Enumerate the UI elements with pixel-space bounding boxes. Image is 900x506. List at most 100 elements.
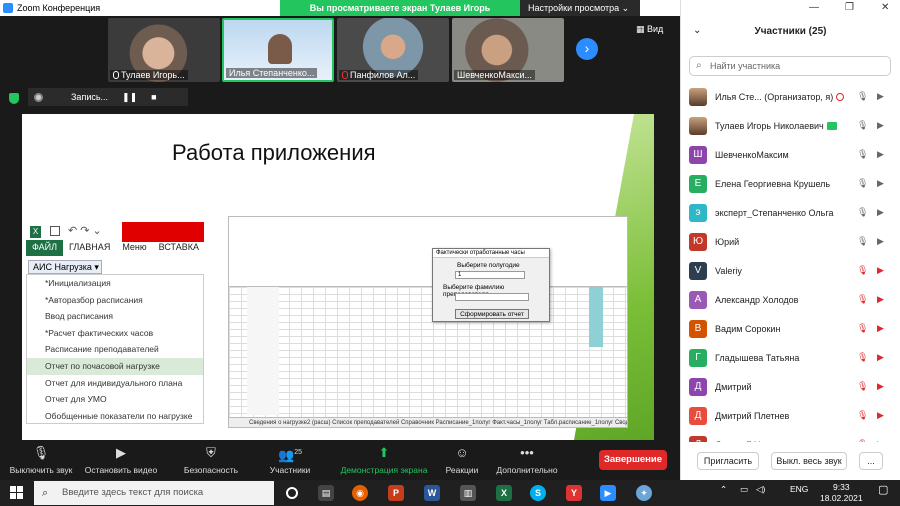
video-tile[interactable]: Панфилов Ал... [337,18,449,82]
taskbar-clock[interactable]: 9:33 18.02.2021 [820,482,863,504]
video-camera-icon[interactable]: ▶ [877,236,884,247]
firefox-icon[interactable]: ◉ [352,485,368,501]
video-tile-active-speaker[interactable]: Илья Степанченко... [222,18,334,82]
video-off-icon[interactable]: ▶ [877,381,884,392]
share-screen-button[interactable]: ⬆ Демонстрация экрана [336,444,432,475]
video-off-icon[interactable]: ▶ [877,410,884,421]
participant-name-text: Дмитрий [715,381,752,392]
participant-row[interactable]: V Valeriy 🎙 ▶ [681,256,900,285]
participant-row[interactable]: Ш ШевченкоМаксим 🎙 ▶ [681,140,900,169]
network-icon[interactable]: ▭ [740,484,748,495]
participant-row[interactable]: э эксперт_Степанченко Ольга 🎙 ▶ [681,198,900,227]
avatar: э [689,203,707,222]
mute-all-button[interactable]: Выкл. весь звук [771,452,847,470]
more-button[interactable]: ••• Дополнительно [492,444,562,475]
microphone-icon[interactable]: 🎙 [857,178,868,189]
excel-logo-icon: X [30,226,41,238]
video-camera-icon[interactable]: ▶ [877,120,884,131]
mute-button[interactable]: 🎙 Выключить звук [6,444,76,475]
video-camera-icon[interactable]: ▶ [877,207,884,218]
excel-icon[interactable]: X [496,485,512,501]
yandex-icon[interactable]: Y [566,485,582,501]
view-options-button[interactable]: Настройки просмотра ⌄ [520,0,640,16]
panel-more-button[interactable]: ... [859,452,883,470]
microphone-icon[interactable]: 🎙 [857,149,868,160]
mic-muted-icon[interactable]: 🎙 [857,323,868,334]
video-tile-label: Панфилов Ал... [339,70,419,80]
stop-recording-icon[interactable]: ■ [151,92,156,102]
mic-muted-icon[interactable]: 🎙 [857,410,868,421]
skype-icon[interactable]: S [530,485,546,501]
participant-name-text: ШевченкоМаксим [715,149,789,160]
close-icon[interactable]: ✕ [881,2,889,13]
security-button[interactable]: ⛨ Безопасность [176,444,246,475]
participant-row[interactable]: В Вадим Сорокин 🎙 ▶ [681,314,900,343]
video-off-icon[interactable]: ▶ [877,294,884,305]
video-off-icon[interactable]: ▶ [877,439,884,442]
excel-ribbon: X ↶ ↷ ⌄ ФАЙЛ ГЛАВНАЯ Меню ВСТАВКА [26,222,226,258]
taskbar-search-input[interactable]: ⌕ Введите здесь текст для поиска [34,481,274,505]
clock-date: 18.02.2021 [820,493,863,503]
video-camera-icon[interactable]: ▶ [877,178,884,189]
undo-icon: ↶ ↷ ⌄ [68,225,102,237]
explorer-icon[interactable]: ▤ [318,485,334,501]
participant-row[interactable]: Д Дмитрий Плетнев 🎙 ▶ [681,401,900,430]
video-off-icon[interactable]: ▶ [877,323,884,334]
participant-row[interactable]: Ю Юрий 🎙 ▶ [681,227,900,256]
microphone-icon[interactable]: 🎙 [857,120,868,131]
mic-muted-icon[interactable]: 🎙 [857,265,868,276]
microphone-icon[interactable]: 🎙 [857,207,868,218]
video-tile[interactable]: Тулаев Игорь... [108,18,220,82]
ais-menu-item: Обобщенные показатели по нагрузке [45,410,193,421]
video-off-icon[interactable]: ▶ [877,265,884,276]
semester-select: 1 [455,271,525,279]
minimize-icon[interactable]: — [809,2,819,13]
participant-search-input[interactable]: ⌕ Найти участника [689,56,891,76]
participant-row[interactable]: Е Елена Георгиевна Крушель 🎙 ▶ [681,169,900,198]
participant-row[interactable]: А Александр Холодов 🎙 ▶ [681,285,900,314]
end-meeting-button[interactable]: Завершение [599,450,667,470]
participant-row[interactable]: Илья Сте... (Организатор, я) 🎙 ▶ [681,82,900,111]
video-camera-icon[interactable]: ▶ [877,91,884,102]
video-camera-icon[interactable]: ▶ [877,149,884,160]
participant-row[interactable]: Тулаев Игорь Николаевич 🎙 ▶ [681,111,900,140]
invite-button[interactable]: Пригласить [697,452,759,470]
panel-footer: Пригласить Выкл. весь звук ... [681,448,900,474]
app-icon[interactable]: ✦ [636,485,652,501]
microphone-icon[interactable]: 🎙 [857,236,868,247]
meeting-toolbar: 🎙 Выключить звук ▶ Остановить видео ⛨ Безоп… [0,442,680,480]
zoom-icon[interactable]: ▶ [600,485,616,501]
avatar: Г [689,348,707,367]
mic-muted-icon[interactable]: 🎙 [857,294,868,305]
pause-recording-icon[interactable]: ❚❚ [122,92,137,103]
recording-badge-icon [836,92,845,101]
next-page-button[interactable]: › [576,38,598,60]
word-icon[interactable]: W [424,485,440,501]
powerpoint-icon[interactable]: P [388,485,404,501]
volume-icon[interactable]: ◁) [756,484,765,495]
participant-row[interactable]: Г Гладышева Татьяна 🎙 ▶ [681,343,900,372]
participants-icon: 👥25 [278,447,302,463]
notifications-icon[interactable]: ▢ [878,483,888,496]
semester-label: Выберите полугодие [457,262,520,269]
task-view-icon[interactable] [286,487,298,499]
participant-name-text: Вадим Сорокин [715,323,781,334]
language-indicator[interactable]: ENG [790,484,808,494]
mic-muted-icon[interactable]: 🎙 [857,381,868,392]
microphone-icon[interactable]: 🎙 [857,91,868,102]
restore-icon[interactable]: ❐ [845,2,854,13]
participant-row[interactable]: Д Дмитрий Н... 🎙 ▶ [681,430,900,442]
reactions-button[interactable]: ☺ Реакции [440,444,484,475]
files-icon[interactable]: ▥ [460,485,476,501]
participants-button[interactable]: 👥25 Участники [262,444,318,475]
stop-video-button[interactable]: ▶ Остановить видео [82,444,160,475]
video-tile[interactable]: ШевченкоМакси... [452,18,564,82]
windows-start-button[interactable] [10,486,24,500]
mic-muted-icon[interactable]: 🎙 [857,439,868,442]
tray-chevron-icon[interactable]: ⌃ [720,484,727,495]
mic-muted-icon[interactable]: 🎙 [857,352,868,363]
participant-row[interactable]: Д Дмитрий 🎙 ▶ [681,372,900,401]
smiley-icon: ☺ [455,445,469,460]
view-button[interactable]: ▦ Вид [636,24,663,35]
video-off-icon[interactable]: ▶ [877,352,884,363]
